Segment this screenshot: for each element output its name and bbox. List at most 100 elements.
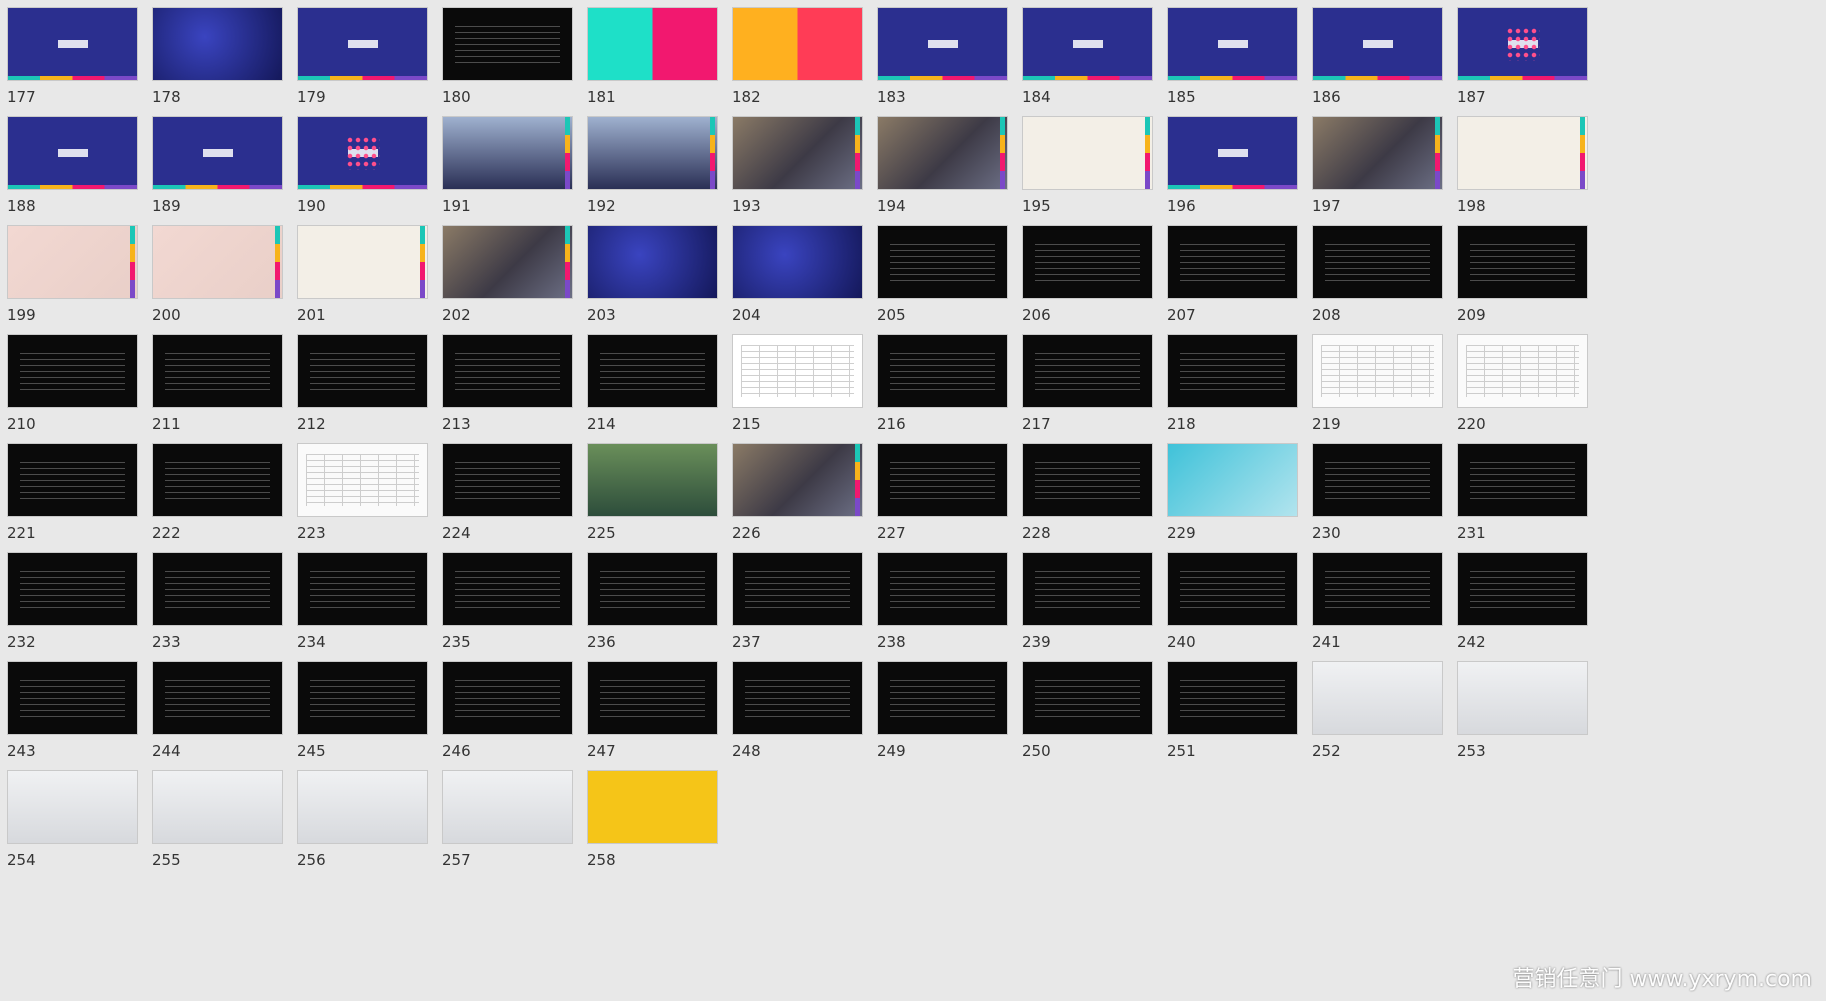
slide-thumbnail-item[interactable]: 186 bbox=[1305, 0, 1473, 125]
slide-thumbnail-item[interactable]: 252 bbox=[1305, 654, 1473, 779]
slide-thumbnail-item[interactable]: 245 bbox=[290, 654, 458, 779]
slide-preview[interactable] bbox=[1167, 225, 1298, 299]
slide-preview[interactable] bbox=[1167, 116, 1298, 190]
slide-thumbnail-item[interactable]: 249 bbox=[870, 654, 1038, 779]
slide-preview[interactable] bbox=[152, 770, 283, 844]
slide-thumbnail-item[interactable]: 224 bbox=[435, 436, 603, 561]
slide-thumbnail-item[interactable]: 193 bbox=[725, 109, 893, 234]
slide-preview[interactable] bbox=[877, 116, 1008, 190]
slide-thumbnail-item[interactable]: 248 bbox=[725, 654, 893, 779]
slide-thumbnail-item[interactable]: 197 bbox=[1305, 109, 1473, 234]
slide-thumbnail-item[interactable]: 231 bbox=[1450, 436, 1618, 561]
slide-thumbnail-item[interactable]: 195 bbox=[1015, 109, 1183, 234]
slide-thumbnail-item[interactable]: 246 bbox=[435, 654, 603, 779]
slide-preview[interactable] bbox=[152, 7, 283, 81]
slide-preview[interactable] bbox=[1022, 552, 1153, 626]
slide-preview[interactable] bbox=[1022, 661, 1153, 735]
slide-preview[interactable] bbox=[7, 7, 138, 81]
slide-preview[interactable] bbox=[442, 116, 573, 190]
slide-thumbnail-item[interactable]: 237 bbox=[725, 545, 893, 670]
slide-thumbnail-item[interactable]: 241 bbox=[1305, 545, 1473, 670]
slide-thumbnail-item[interactable]: 229 bbox=[1160, 436, 1328, 561]
slide-preview[interactable] bbox=[732, 661, 863, 735]
slide-preview[interactable] bbox=[1312, 552, 1443, 626]
slide-thumbnail-item[interactable]: 219 bbox=[1305, 327, 1473, 452]
slide-thumbnail-item[interactable]: 214 bbox=[580, 327, 748, 452]
slide-thumbnail-item[interactable]: 218 bbox=[1160, 327, 1328, 452]
slide-thumbnail-item[interactable]: 250 bbox=[1015, 654, 1183, 779]
slide-preview[interactable] bbox=[1022, 225, 1153, 299]
slide-thumbnail-item[interactable]: 190 bbox=[290, 109, 458, 234]
slide-preview[interactable] bbox=[297, 443, 428, 517]
slide-thumbnail-item[interactable]: 220 bbox=[1450, 327, 1618, 452]
slide-thumbnail-item[interactable]: 216 bbox=[870, 327, 1038, 452]
slide-preview[interactable] bbox=[297, 7, 428, 81]
slide-preview[interactable] bbox=[587, 7, 718, 81]
slide-preview[interactable] bbox=[7, 443, 138, 517]
slide-preview[interactable] bbox=[7, 770, 138, 844]
slide-preview[interactable] bbox=[297, 334, 428, 408]
slide-thumbnail-item[interactable]: 212 bbox=[290, 327, 458, 452]
slide-preview[interactable] bbox=[587, 661, 718, 735]
slide-preview[interactable] bbox=[152, 443, 283, 517]
slide-thumbnail-item[interactable]: 210 bbox=[0, 327, 168, 452]
slide-preview[interactable] bbox=[877, 552, 1008, 626]
slide-thumbnail-item[interactable]: 199 bbox=[0, 218, 168, 343]
slide-preview[interactable] bbox=[1167, 334, 1298, 408]
slide-preview[interactable] bbox=[877, 661, 1008, 735]
slide-thumbnail-item[interactable]: 226 bbox=[725, 436, 893, 561]
slide-thumbnail-item[interactable]: 258 bbox=[580, 763, 748, 888]
slide-thumbnail-item[interactable]: 235 bbox=[435, 545, 603, 670]
slide-preview[interactable] bbox=[732, 334, 863, 408]
slide-preview[interactable] bbox=[7, 116, 138, 190]
slide-thumbnail-item[interactable]: 255 bbox=[145, 763, 313, 888]
slide-thumbnail-item[interactable]: 222 bbox=[145, 436, 313, 561]
slide-thumbnail-item[interactable]: 236 bbox=[580, 545, 748, 670]
slide-preview[interactable] bbox=[1167, 7, 1298, 81]
slide-preview[interactable] bbox=[1167, 661, 1298, 735]
slide-preview[interactable] bbox=[1312, 225, 1443, 299]
slide-preview[interactable] bbox=[152, 116, 283, 190]
slide-preview[interactable] bbox=[877, 7, 1008, 81]
slide-preview[interactable] bbox=[1457, 7, 1588, 81]
slide-thumbnail-item[interactable]: 201 bbox=[290, 218, 458, 343]
slide-preview[interactable] bbox=[152, 334, 283, 408]
slide-thumbnail-item[interactable]: 240 bbox=[1160, 545, 1328, 670]
slide-thumbnail-item[interactable]: 228 bbox=[1015, 436, 1183, 561]
slide-preview[interactable] bbox=[7, 334, 138, 408]
slide-thumbnail-item[interactable]: 188 bbox=[0, 109, 168, 234]
slide-thumbnail-item[interactable]: 179 bbox=[290, 0, 458, 125]
slide-thumbnail-item[interactable]: 223 bbox=[290, 436, 458, 561]
slide-thumbnail-item[interactable]: 180 bbox=[435, 0, 603, 125]
slide-thumbnail-item[interactable]: 204 bbox=[725, 218, 893, 343]
slide-thumbnail-item[interactable]: 242 bbox=[1450, 545, 1618, 670]
slide-preview[interactable] bbox=[877, 225, 1008, 299]
slide-preview[interactable] bbox=[7, 661, 138, 735]
slide-preview[interactable] bbox=[7, 552, 138, 626]
slide-preview[interactable] bbox=[732, 7, 863, 81]
slide-thumbnail-item[interactable]: 203 bbox=[580, 218, 748, 343]
slide-preview[interactable] bbox=[732, 225, 863, 299]
slide-thumbnail-item[interactable]: 233 bbox=[145, 545, 313, 670]
slide-thumbnail-item[interactable]: 244 bbox=[145, 654, 313, 779]
slide-thumbnail-item[interactable]: 221 bbox=[0, 436, 168, 561]
slide-thumbnail-item[interactable]: 234 bbox=[290, 545, 458, 670]
slide-thumbnail-item[interactable]: 256 bbox=[290, 763, 458, 888]
slide-preview[interactable] bbox=[1457, 225, 1588, 299]
slide-thumbnail-item[interactable]: 232 bbox=[0, 545, 168, 670]
slide-preview[interactable] bbox=[587, 116, 718, 190]
slide-preview[interactable] bbox=[587, 552, 718, 626]
slide-preview[interactable] bbox=[152, 225, 283, 299]
slide-preview[interactable] bbox=[442, 770, 573, 844]
slide-thumbnail-item[interactable]: 243 bbox=[0, 654, 168, 779]
slide-preview[interactable] bbox=[732, 552, 863, 626]
slide-preview[interactable] bbox=[587, 443, 718, 517]
slide-thumbnail-item[interactable]: 211 bbox=[145, 327, 313, 452]
slide-preview[interactable] bbox=[442, 443, 573, 517]
slide-preview[interactable] bbox=[1312, 116, 1443, 190]
slide-preview[interactable] bbox=[1022, 116, 1153, 190]
slide-preview[interactable] bbox=[1312, 334, 1443, 408]
slide-thumbnail-item[interactable]: 187 bbox=[1450, 0, 1618, 125]
slide-preview[interactable] bbox=[1312, 7, 1443, 81]
slide-preview[interactable] bbox=[1457, 552, 1588, 626]
